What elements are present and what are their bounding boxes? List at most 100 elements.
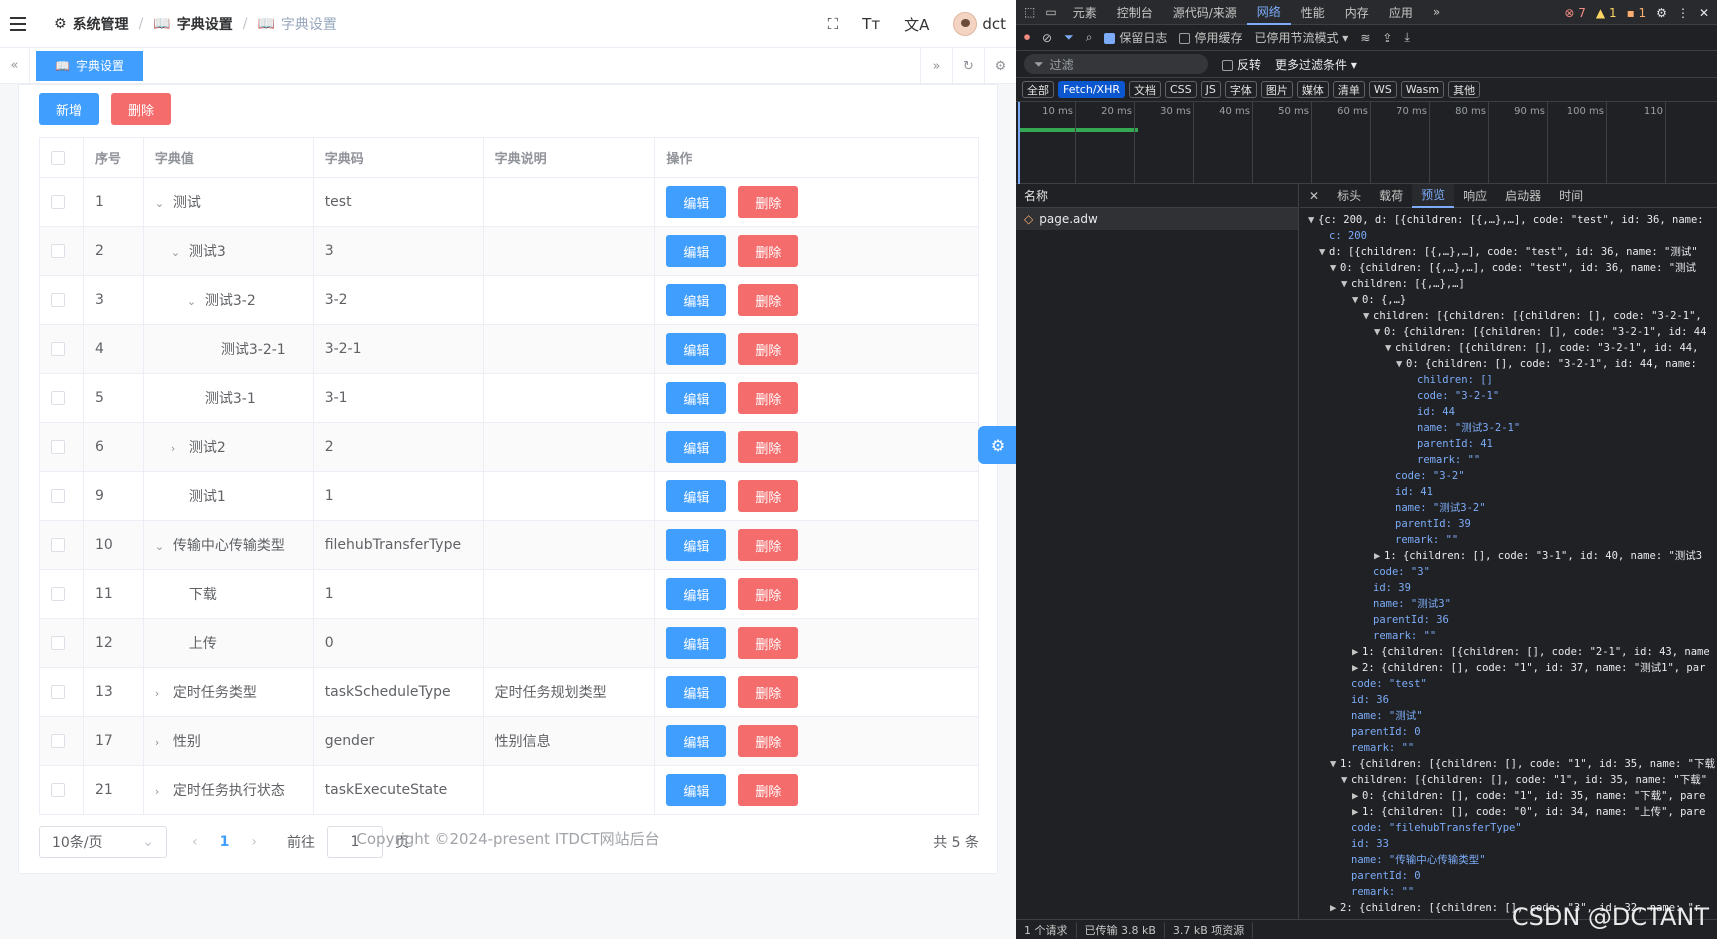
throttle-select[interactable]: 已停用节流模式 ▾ [1254, 29, 1348, 46]
settings-float-button[interactable]: ⚙ [978, 426, 1018, 464]
type-filter[interactable]: 媒体 [1296, 81, 1329, 98]
edit-button[interactable]: 编辑 [666, 627, 727, 659]
row-checkbox[interactable] [51, 489, 65, 503]
row-checkbox[interactable] [51, 293, 65, 307]
chevron-right-icon[interactable]: › [155, 785, 169, 798]
row-checkbox[interactable] [51, 391, 65, 405]
detail-tab[interactable]: 时间 [1550, 184, 1592, 208]
chevron-right-icon[interactable]: › [155, 687, 169, 700]
delete-button[interactable]: 删除 [738, 186, 799, 218]
chevron-down-icon[interactable]: ⌄ [187, 295, 201, 308]
request-row[interactable]: ◇ page.adw [1016, 208, 1298, 230]
filter-icon[interactable]: ⏷ [1064, 30, 1074, 45]
delete-button[interactable]: 删除 [738, 235, 799, 267]
type-filter[interactable]: Fetch/XHR [1058, 81, 1125, 98]
chevron-down-icon[interactable]: ⌄ [171, 246, 185, 259]
json-line[interactable]: ▼ 1: {children: [{children: [], code: "1"… [1300, 756, 1717, 772]
edit-button[interactable]: 编辑 [666, 431, 727, 463]
json-line[interactable]: ▶ 1: {children: [], code: "0", id: 34, na… [1300, 804, 1717, 820]
delete-button[interactable]: 删除 [738, 627, 799, 659]
tag-dict-settings[interactable]: 📖 字典设置 [36, 50, 143, 81]
edit-button[interactable]: 编辑 [666, 480, 727, 512]
error-count[interactable]: ⊗ 7 [1564, 6, 1586, 20]
chevron-down-icon[interactable]: ⌄ [155, 197, 169, 210]
clear-icon[interactable]: ⊘ [1042, 31, 1052, 45]
wifi-icon[interactable]: ≋ [1360, 31, 1370, 45]
detail-tab[interactable]: 响应 [1454, 184, 1496, 208]
scroll-left-icon[interactable]: « [0, 47, 30, 84]
edit-button[interactable]: 编辑 [666, 774, 727, 806]
json-line[interactable]: ▶ 0: {children: [], code: "1", id: 35, na… [1300, 788, 1717, 804]
json-line[interactable]: ▼ {c: 200, d: [{children: [{,…},…], code:… [1300, 212, 1717, 228]
row-checkbox[interactable] [51, 244, 65, 258]
warning-count[interactable]: ▲ 1 [1596, 6, 1617, 20]
json-line[interactable]: ▼ 0: {children: [], code: "3-2-1", id: 44… [1300, 356, 1717, 372]
type-filter[interactable]: Wasm [1400, 81, 1445, 98]
json-line[interactable]: ▼ 0: {children: [{,…},…], code: "test", i… [1300, 260, 1717, 276]
issue-count[interactable]: ▪ 1 [1627, 6, 1647, 20]
type-filter[interactable]: CSS [1164, 81, 1197, 98]
edit-button[interactable]: 编辑 [666, 186, 727, 218]
row-checkbox[interactable] [51, 195, 65, 209]
breadcrumb-dict[interactable]: 📖 字典设置 [153, 14, 232, 34]
row-checkbox[interactable] [51, 538, 65, 552]
delete-button[interactable]: 删除 [738, 774, 799, 806]
close-icon[interactable]: ✕ [1699, 6, 1709, 20]
device-toggle-icon[interactable]: ▭ [1045, 5, 1056, 19]
delete-button[interactable]: 删除 [738, 529, 799, 561]
json-line[interactable]: ▼ d: [{children: [{,…},…], code: "test", … [1300, 244, 1717, 260]
close-icon[interactable]: ✕ [1300, 184, 1328, 208]
menu-toggle-icon[interactable] [10, 16, 28, 31]
chevron-right-icon[interactable]: › [171, 442, 185, 455]
add-button[interactable]: 新增 [39, 93, 99, 125]
type-filter[interactable]: 字体 [1224, 81, 1257, 98]
font-size-icon[interactable]: Tт [862, 15, 880, 33]
row-checkbox[interactable] [51, 783, 65, 797]
settings-icon[interactable]: ⚙ [1656, 6, 1667, 20]
devtools-tab[interactable]: 性能 [1291, 0, 1335, 25]
delete-button[interactable]: 删除 [738, 431, 799, 463]
json-line[interactable]: ▼ children: [{children: [], code: "1", id… [1300, 772, 1717, 788]
devtools-tab[interactable]: 元素 [1063, 0, 1107, 25]
json-line[interactable]: ▼ 0: {children: [{children: [], code: "3-… [1300, 324, 1717, 340]
edit-button[interactable]: 编辑 [666, 382, 727, 414]
record-icon[interactable]: ⏺ [1024, 30, 1030, 45]
type-filter[interactable]: JS [1200, 81, 1221, 98]
more-filters-dropdown[interactable]: 更多过滤条件 ▾ [1275, 56, 1357, 73]
devtools-tab[interactable]: 源代码/来源 [1163, 0, 1247, 25]
json-line[interactable]: ▼ 0: {,…} [1300, 292, 1717, 308]
type-filter[interactable]: 全部 [1022, 81, 1054, 98]
row-checkbox[interactable] [51, 587, 65, 601]
edit-button[interactable]: 编辑 [666, 235, 727, 267]
breadcrumb-system[interactable]: ⚙ 系统管理 [54, 14, 129, 34]
detail-tab[interactable]: 启动器 [1496, 184, 1550, 208]
edit-button[interactable]: 编辑 [666, 284, 727, 316]
batch-delete-button[interactable]: 删除 [111, 93, 171, 125]
delete-button[interactable]: 删除 [738, 578, 799, 610]
json-line[interactable]: ▶ 2: {children: [], code: "1", id: 37, na… [1300, 660, 1717, 676]
devtools-tab[interactable]: 内存 [1335, 0, 1379, 25]
edit-button[interactable]: 编辑 [666, 725, 727, 757]
filter-input[interactable]: ⏷ 过滤 [1024, 54, 1208, 74]
row-checkbox[interactable] [51, 440, 65, 454]
devtools-tab[interactable]: 网络 [1246, 0, 1291, 25]
fullscreen-icon[interactable]: ⛶ [828, 15, 839, 33]
row-checkbox[interactable] [51, 685, 65, 699]
more-menu-icon[interactable]: ⋮ [1677, 6, 1689, 20]
preserve-log-toggle[interactable]: 保留日志 [1104, 29, 1167, 46]
json-line[interactable]: ▶ 1: {children: [], code: "3-1", id: 40, … [1300, 548, 1717, 564]
row-checkbox[interactable] [51, 636, 65, 650]
edit-button[interactable]: 编辑 [666, 333, 727, 365]
type-filter[interactable]: 清单 [1332, 81, 1365, 98]
chevron-down-icon[interactable]: ⌄ [155, 540, 169, 553]
delete-button[interactable]: 删除 [738, 676, 799, 708]
inspect-icon[interactable]: ⬚ [1024, 5, 1035, 19]
refresh-icon[interactable]: ↻ [952, 48, 984, 84]
type-filter[interactable]: 文档 [1128, 81, 1161, 98]
devtools-tab[interactable]: 控制台 [1107, 0, 1163, 25]
edit-button[interactable]: 编辑 [666, 529, 727, 561]
row-checkbox[interactable] [51, 734, 65, 748]
row-checkbox[interactable] [51, 342, 65, 356]
invert-toggle[interactable]: 反转 [1222, 56, 1261, 73]
delete-button[interactable]: 删除 [738, 333, 799, 365]
